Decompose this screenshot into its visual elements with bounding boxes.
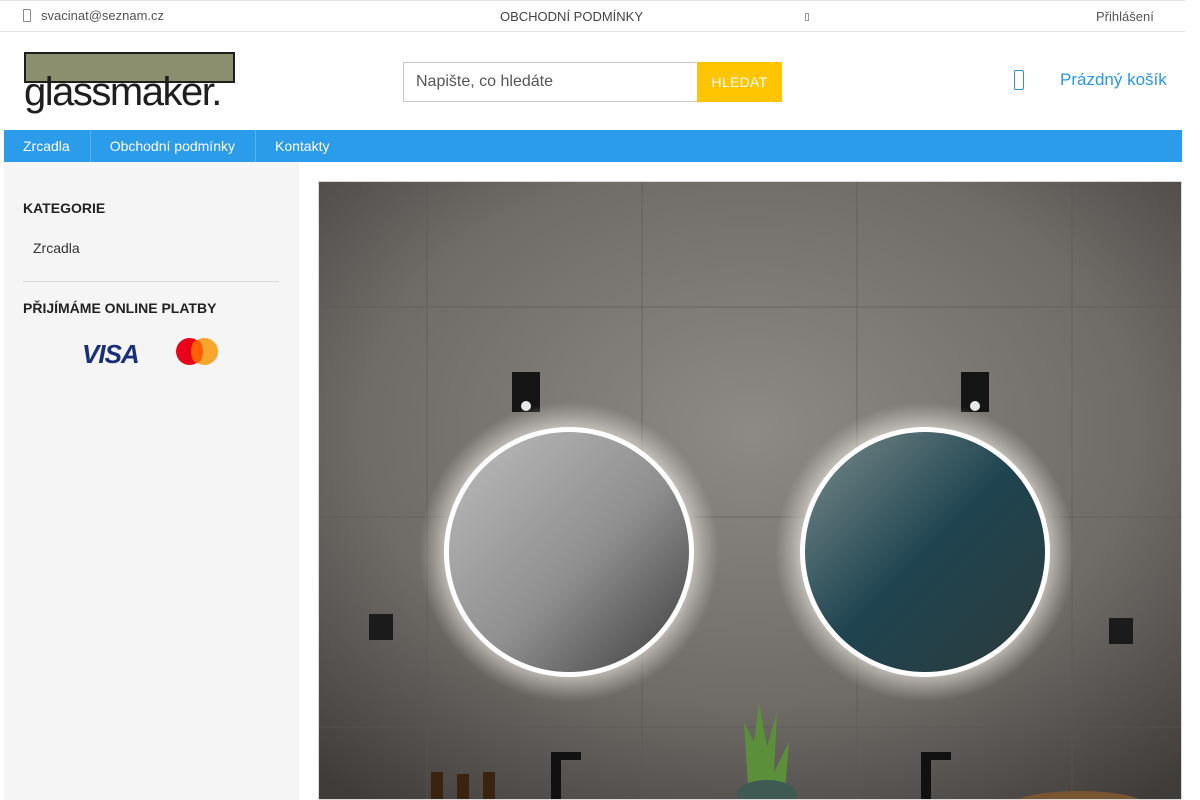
nav-item-terms[interactable]: Obchodní podmínky xyxy=(91,130,256,162)
search-form: HLEDAT xyxy=(403,62,782,102)
sidebar: KATEGORIE Zrcadla PŘIJÍMÁME ONLINE PLATB… xyxy=(4,162,299,800)
hero-photo xyxy=(319,182,1181,799)
logo[interactable]: glassmaker. xyxy=(24,52,236,112)
logo-text: glassmaker. xyxy=(24,70,222,114)
cart-label: Prázdný košík xyxy=(1060,70,1167,89)
search-input[interactable] xyxy=(403,62,697,102)
categories-heading: KATEGORIE xyxy=(23,200,106,216)
nav-item-contacts[interactable]: Kontakty xyxy=(256,130,349,162)
email-text: svacinat@seznam.cz xyxy=(41,8,165,23)
nav-item-mirrors[interactable]: Zrcadla xyxy=(4,130,91,162)
mastercard-logo xyxy=(176,338,218,366)
visa-logo: VISA xyxy=(82,339,140,369)
cart-icon xyxy=(1014,70,1024,90)
envelope-icon xyxy=(23,9,31,22)
hero-image[interactable] xyxy=(318,181,1182,800)
email-link[interactable]: svacinat@seznam.cz xyxy=(23,8,164,23)
terms-link[interactable]: OBCHODNÍ PODMÍNKY xyxy=(500,9,643,24)
settings-icon[interactable] xyxy=(805,13,809,21)
cart-link[interactable]: Prázdný košík xyxy=(1014,70,1167,90)
category-link-mirrors[interactable]: Zrcadla xyxy=(33,240,80,256)
main-nav: Zrcadla Obchodní podmínky Kontakty xyxy=(4,130,1182,162)
search-button[interactable]: HLEDAT xyxy=(697,62,782,102)
top-bar: svacinat@seznam.cz OBCHODNÍ PODMÍNKY Při… xyxy=(0,0,1185,32)
sidebar-divider xyxy=(23,281,279,282)
login-link[interactable]: Přihlášení xyxy=(1096,9,1154,24)
payments-heading: PŘIJÍMÁME ONLINE PLATBY xyxy=(23,300,217,316)
header: glassmaker. HLEDAT Prázdný košík xyxy=(0,32,1185,130)
